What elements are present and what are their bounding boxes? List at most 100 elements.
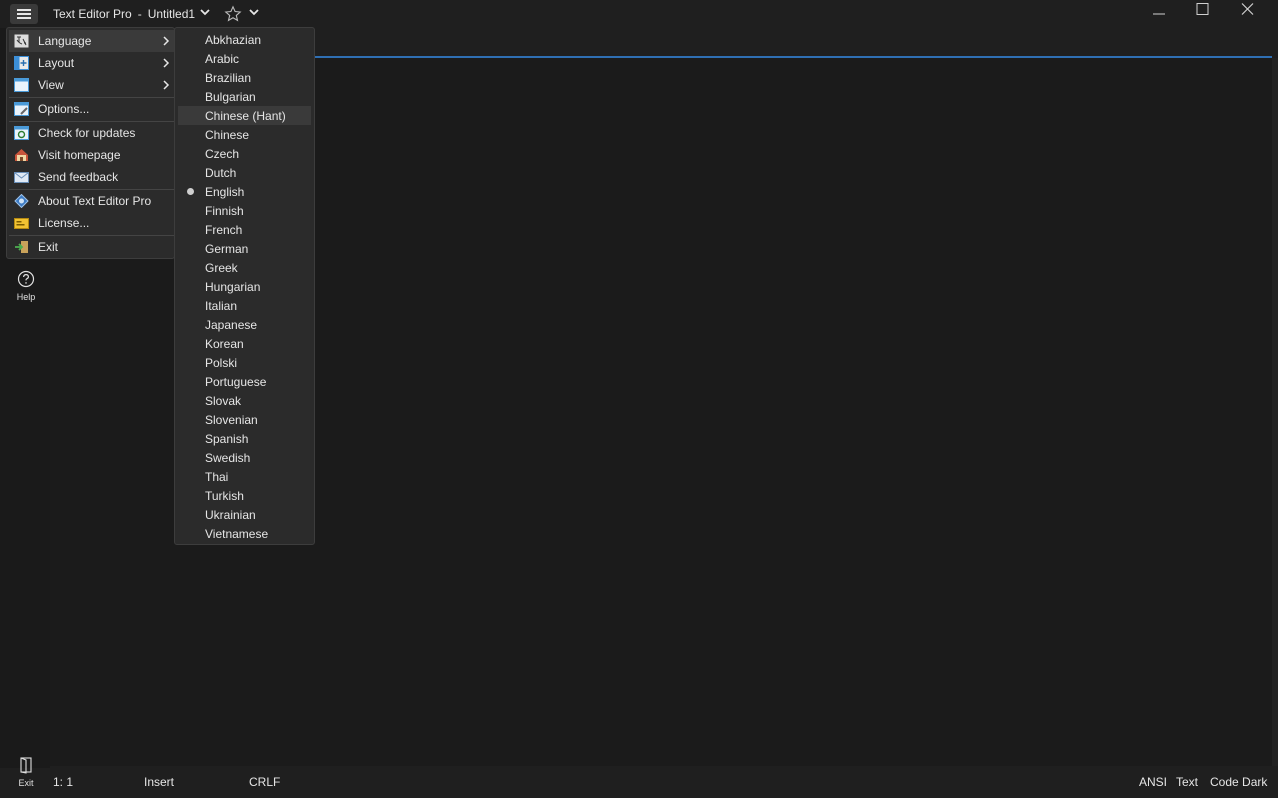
language-item[interactable]: Swedish: [178, 448, 311, 467]
language-item-label: Bulgarian: [205, 90, 256, 104]
chevron-down-icon[interactable]: [199, 6, 211, 18]
language-item-label: Thai: [205, 470, 229, 484]
language-item[interactable]: Hungarian: [178, 277, 311, 296]
star-icon[interactable]: [224, 5, 242, 23]
menu-item-about[interactable]: About Text Editor Pro: [9, 190, 174, 212]
document-name[interactable]: Untitled1: [148, 7, 195, 21]
title-bar: Text Editor Pro - Untitled1: [0, 0, 1278, 28]
language-item-label: Abkhazian: [205, 33, 262, 47]
language-item[interactable]: Spanish: [178, 429, 311, 448]
exit-icon: [20, 757, 32, 774]
language-submenu: Abkhazian Arabic Brazilian Bulgarian Chinese…: [174, 27, 315, 545]
menu-item-options[interactable]: Options...: [9, 98, 174, 120]
language-item-label: Slovak: [205, 394, 242, 408]
updates-icon: [14, 126, 29, 140]
language-item[interactable]: Chinese (Hant): [178, 106, 311, 125]
language-item[interactable]: Bulgarian: [178, 87, 311, 106]
language-item-label: Chinese: [205, 128, 250, 142]
menu-item-check-for-updates[interactable]: Check for updates: [9, 122, 174, 144]
chevron-right-icon: [163, 80, 170, 90]
language-item[interactable]: Greek: [178, 258, 311, 277]
language-item-label: Portuguese: [205, 375, 267, 389]
language-item-label: Brazilian: [205, 71, 252, 85]
vertical-scrollbar[interactable]: [1272, 58, 1278, 766]
language-item[interactable]: Korean: [178, 334, 311, 353]
language-item-label: Slovenian: [205, 413, 258, 427]
language-item-label: Vietnamese: [205, 527, 269, 541]
status-bar: 1: 1 Insert CRLF ANSI Text Code Dark: [50, 768, 1278, 798]
language-item[interactable]: English: [178, 182, 311, 201]
language-item-label: Turkish: [205, 489, 244, 503]
language-item[interactable]: Portuguese: [178, 372, 311, 391]
exit-toolbar-button[interactable]: Exit: [10, 756, 42, 790]
minimize-icon[interactable]: [1148, 2, 1170, 22]
menu-item-visit-homepage[interactable]: Visit homepage: [9, 144, 174, 166]
hamburger-icon: [17, 9, 31, 11]
selected-radio-icon: [187, 188, 194, 195]
language-item-label: Polski: [205, 356, 238, 370]
language-item-label: Japanese: [205, 318, 258, 332]
menu-item-layout[interactable]: Layout: [9, 52, 174, 74]
menu-item-language[interactable]: Language: [9, 30, 174, 52]
homepage-icon: [15, 149, 28, 161]
help-label: Help: [16, 292, 36, 302]
language-item-label: Italian: [205, 299, 238, 313]
exit-icon: [15, 241, 28, 253]
language-item[interactable]: Slovak: [178, 391, 311, 410]
cursor-position: 1: 1: [53, 775, 74, 789]
language-item[interactable]: French: [178, 220, 311, 239]
language-item[interactable]: Brazilian: [178, 68, 311, 87]
window-title: Text Editor Pro - Untitled1: [53, 7, 196, 21]
help-icon: [17, 270, 35, 288]
language-item[interactable]: Abkhazian: [178, 30, 311, 49]
app-name: Text Editor Pro: [53, 7, 132, 21]
menu-item-exit[interactable]: Exit: [9, 236, 174, 258]
language-item-label: German: [205, 242, 249, 256]
language-item[interactable]: Dutch: [178, 163, 311, 182]
language-item-label: Greek: [205, 261, 238, 275]
language-item[interactable]: Czech: [178, 144, 311, 163]
menu-item-license[interactable]: License...: [9, 212, 174, 234]
main-menu-button[interactable]: [10, 4, 38, 24]
options-icon: [14, 102, 29, 116]
language-item-label: Chinese (Hant): [205, 109, 286, 123]
license-icon: [14, 218, 29, 229]
language-item[interactable]: Chinese: [178, 125, 311, 144]
language-item-label: Dutch: [205, 166, 237, 180]
layout-icon: [14, 56, 29, 70]
language-item[interactable]: Japanese: [178, 315, 311, 334]
language-item-label: Hungarian: [205, 280, 261, 294]
language-item-label: Ukrainian: [205, 508, 256, 522]
chevron-down-icon[interactable]: [248, 6, 260, 18]
language-item[interactable]: Slovenian: [178, 410, 311, 429]
theme[interactable]: Code Dark: [1210, 775, 1267, 789]
view-icon: [14, 78, 29, 92]
language-item[interactable]: Finnish: [178, 201, 311, 220]
maximize-icon[interactable]: [1192, 2, 1214, 22]
menu-item-view[interactable]: View: [9, 74, 174, 96]
encoding[interactable]: ANSI: [1139, 775, 1167, 789]
line-ending[interactable]: CRLF: [249, 775, 280, 789]
language-item[interactable]: Vietnamese: [178, 524, 311, 543]
menu-item-send-feedback[interactable]: Send feedback: [9, 166, 174, 188]
language-item-label: Spanish: [205, 432, 249, 446]
exit-label: Exit: [18, 778, 34, 788]
help-button[interactable]: Help: [10, 270, 42, 306]
language-item[interactable]: Polski: [178, 353, 311, 372]
language-item[interactable]: Arabic: [178, 49, 311, 68]
close-icon[interactable]: [1237, 2, 1259, 22]
language-item-label: Czech: [205, 147, 240, 161]
language-item-label: Korean: [205, 337, 244, 351]
highlighter[interactable]: Text: [1176, 775, 1198, 789]
language-item[interactable]: Italian: [178, 296, 311, 315]
language-item[interactable]: Thai: [178, 467, 311, 486]
chevron-right-icon: [163, 58, 170, 68]
language-item[interactable]: Ukrainian: [178, 505, 311, 524]
about-icon: [14, 194, 29, 208]
language-item-label: Arabic: [205, 52, 240, 66]
language-item[interactable]: German: [178, 239, 311, 258]
language-item-label: Swedish: [205, 451, 251, 465]
language-item-label: French: [205, 223, 243, 237]
language-item[interactable]: Turkish: [178, 486, 311, 505]
insert-mode[interactable]: Insert: [144, 775, 174, 789]
